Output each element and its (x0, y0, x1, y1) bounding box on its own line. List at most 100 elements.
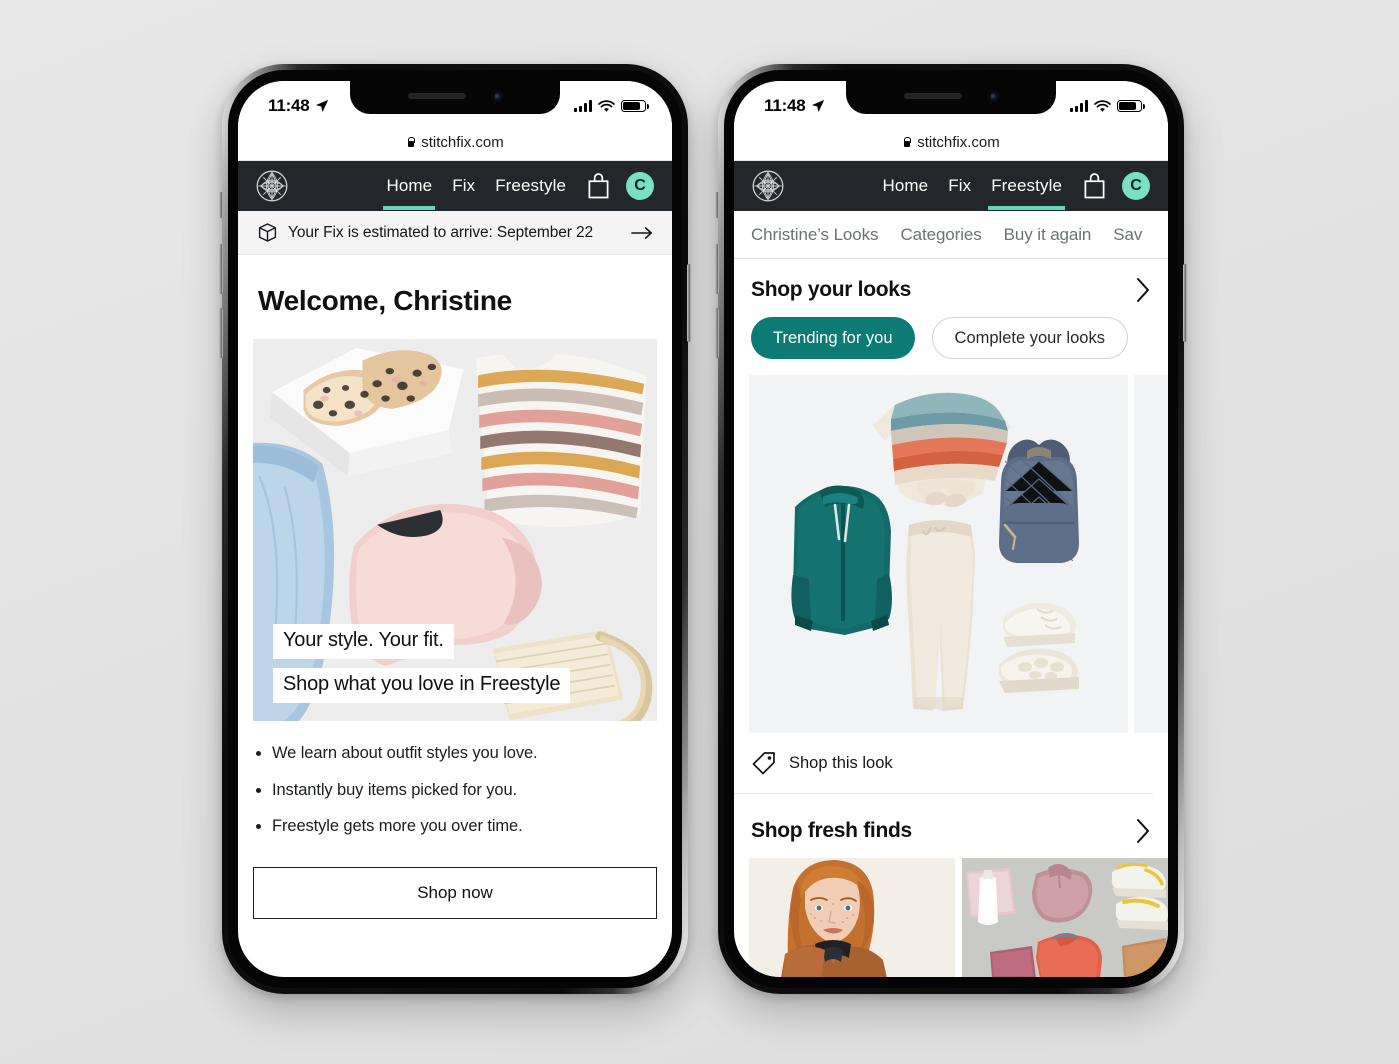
find-card-activewear[interactable] (962, 858, 1168, 977)
price-tag-icon (752, 752, 775, 775)
subnav-item-christines-looks[interactable]: Christine’s Looks (751, 225, 879, 245)
lock-icon (406, 136, 416, 149)
shop-now-button[interactable]: Shop now (253, 866, 657, 919)
section-title: Shop fresh finds (751, 819, 912, 842)
hero-caption-line-1: Your style. Your fit. (273, 624, 454, 659)
look-outfit-illustration (749, 375, 1128, 733)
model-portrait-image (749, 858, 955, 977)
app-navigation-bar: Home Fix Freestyle C (238, 161, 672, 211)
status-time: 11:48 (268, 96, 310, 115)
section-title: Shop your looks (751, 278, 912, 301)
power-button[interactable] (687, 264, 691, 342)
nav-link-fix[interactable]: Fix (947, 162, 972, 210)
subnav-item-saved[interactable]: Sav (1113, 225, 1142, 245)
fresh-finds-carousel[interactable] (734, 858, 1168, 977)
hero-image[interactable]: Your style. Your fit. Shop what you love… (253, 339, 657, 721)
front-camera-icon (987, 90, 999, 102)
volume-down-button[interactable] (219, 308, 223, 358)
subnav-item-categories[interactable]: Categories (900, 225, 981, 245)
wifi-icon (1094, 99, 1111, 112)
volume-up-button[interactable] (715, 244, 719, 294)
benefit-list: We learn about outfit styles you love. I… (238, 721, 672, 857)
url-text: stitchfix.com (421, 134, 504, 151)
list-item: We learn about outfit styles you love. (272, 743, 650, 764)
battery-icon (1117, 100, 1145, 112)
freestyle-subnav: Christine’s Looks Categories Buy it agai… (734, 211, 1168, 259)
chevron-right-icon[interactable] (1136, 277, 1151, 303)
phone-bezel: 11:48 stitchfix.com Home Fix Freestyle C… (724, 70, 1178, 988)
volume-down-button[interactable] (715, 308, 719, 358)
shopping-bag-icon[interactable] (1083, 173, 1106, 199)
look-card-partial[interactable] (1134, 375, 1168, 733)
home-content: Welcome, Christine Your style. Your fit.… (238, 255, 672, 919)
lock-icon (902, 136, 912, 149)
hero-flatlay-illustration (253, 339, 657, 721)
location-arrow-icon (811, 99, 824, 113)
mute-switch[interactable] (219, 192, 223, 218)
list-item: Freestyle gets more you over time. (272, 816, 650, 837)
status-time: 11:48 (764, 96, 806, 115)
phone-notch (846, 81, 1056, 114)
earpiece-speaker (903, 93, 962, 99)
wifi-icon (598, 99, 615, 112)
shopping-bag-icon[interactable] (587, 173, 610, 199)
power-button[interactable] (1183, 264, 1187, 342)
url-text: stitchfix.com (917, 134, 1000, 151)
phone-device-freestyle: 11:48 stitchfix.com Home Fix Freestyle C… (715, 64, 1187, 994)
nav-link-fix[interactable]: Fix (451, 162, 476, 210)
cellular-signal-icon (574, 100, 592, 112)
chevron-right-icon[interactable] (1136, 818, 1151, 844)
arrow-right-icon (631, 226, 652, 239)
subnav-item-buy-it-again[interactable]: Buy it again (1004, 225, 1092, 245)
hero-caption-line-2: Shop what you love in Freestyle (273, 668, 571, 703)
hero-caption-text-1: Your style. Your fit. (273, 624, 454, 659)
browser-url-bar[interactable]: stitchfix.com (734, 125, 1168, 161)
nav-link-freestyle[interactable]: Freestyle (988, 162, 1065, 210)
phone-bezel: 11:48 stitchfix.com Home Fix Freestyle C… (228, 70, 682, 988)
page-title: Welcome, Christine (258, 285, 512, 316)
nav-links: Home Fix Freestyle (881, 162, 1065, 210)
nav-link-home[interactable]: Home (881, 162, 929, 210)
look-carousel[interactable] (734, 375, 1168, 733)
status-bar-right (574, 99, 649, 113)
user-avatar[interactable]: C (1122, 172, 1150, 200)
browser-url-bar[interactable]: stitchfix.com (238, 125, 672, 161)
stitchfix-logo-icon[interactable] (752, 170, 784, 202)
screenshot-stage: 11:48 stitchfix.com Home Fix Freestyle C… (0, 0, 1399, 1064)
stitchfix-logo-icon[interactable] (256, 170, 288, 202)
front-camera-icon (491, 90, 503, 102)
fix-banner-text: Your Fix is estimated to arrive: Septemb… (288, 223, 594, 241)
fix-arrival-banner[interactable]: Your Fix is estimated to arrive: Septemb… (238, 211, 672, 255)
user-avatar[interactable]: C (626, 172, 654, 200)
package-box-icon (258, 223, 277, 242)
volume-up-button[interactable] (219, 244, 223, 294)
phone-screen-freestyle: 11:48 stitchfix.com Home Fix Freestyle C… (734, 81, 1168, 977)
battery-icon (621, 100, 649, 112)
status-bar-left: 11:48 (268, 96, 329, 116)
find-card-model[interactable] (749, 858, 955, 977)
location-arrow-icon (315, 99, 328, 113)
phone-notch (350, 81, 560, 114)
look-card[interactable] (749, 375, 1128, 733)
activewear-flatlay-image (962, 858, 1168, 977)
phone-screen-home: 11:48 stitchfix.com Home Fix Freestyle C… (238, 81, 672, 977)
pill-complete-your-looks[interactable]: Complete your looks (931, 317, 1128, 359)
nav-link-freestyle[interactable]: Freestyle (494, 162, 567, 210)
app-navigation-bar: Home Fix Freestyle C (734, 161, 1168, 211)
shop-this-look-row[interactable]: Shop this look (734, 733, 1153, 794)
earpiece-speaker (407, 93, 466, 99)
mute-switch[interactable] (715, 192, 719, 218)
shop-this-look-label: Shop this look (789, 753, 893, 772)
look-filter-pills: Trending for you Complete your looks (734, 317, 1168, 375)
nav-links: Home Fix Freestyle (383, 162, 567, 210)
shop-your-looks-header[interactable]: Shop your looks (734, 259, 1168, 317)
cellular-signal-icon (1070, 100, 1088, 112)
status-bar-right (1070, 99, 1145, 113)
list-item: Instantly buy items picked for you. (272, 780, 650, 801)
shop-fresh-finds-header[interactable]: Shop fresh finds (734, 794, 1168, 858)
pill-trending-for-you[interactable]: Trending for you (751, 317, 915, 359)
nav-icon-group: C (1083, 172, 1150, 200)
status-bar-left: 11:48 (764, 96, 825, 116)
hero-caption-text-2: Shop what you love in Freestyle (273, 668, 571, 703)
nav-link-home[interactable]: Home (383, 162, 435, 210)
